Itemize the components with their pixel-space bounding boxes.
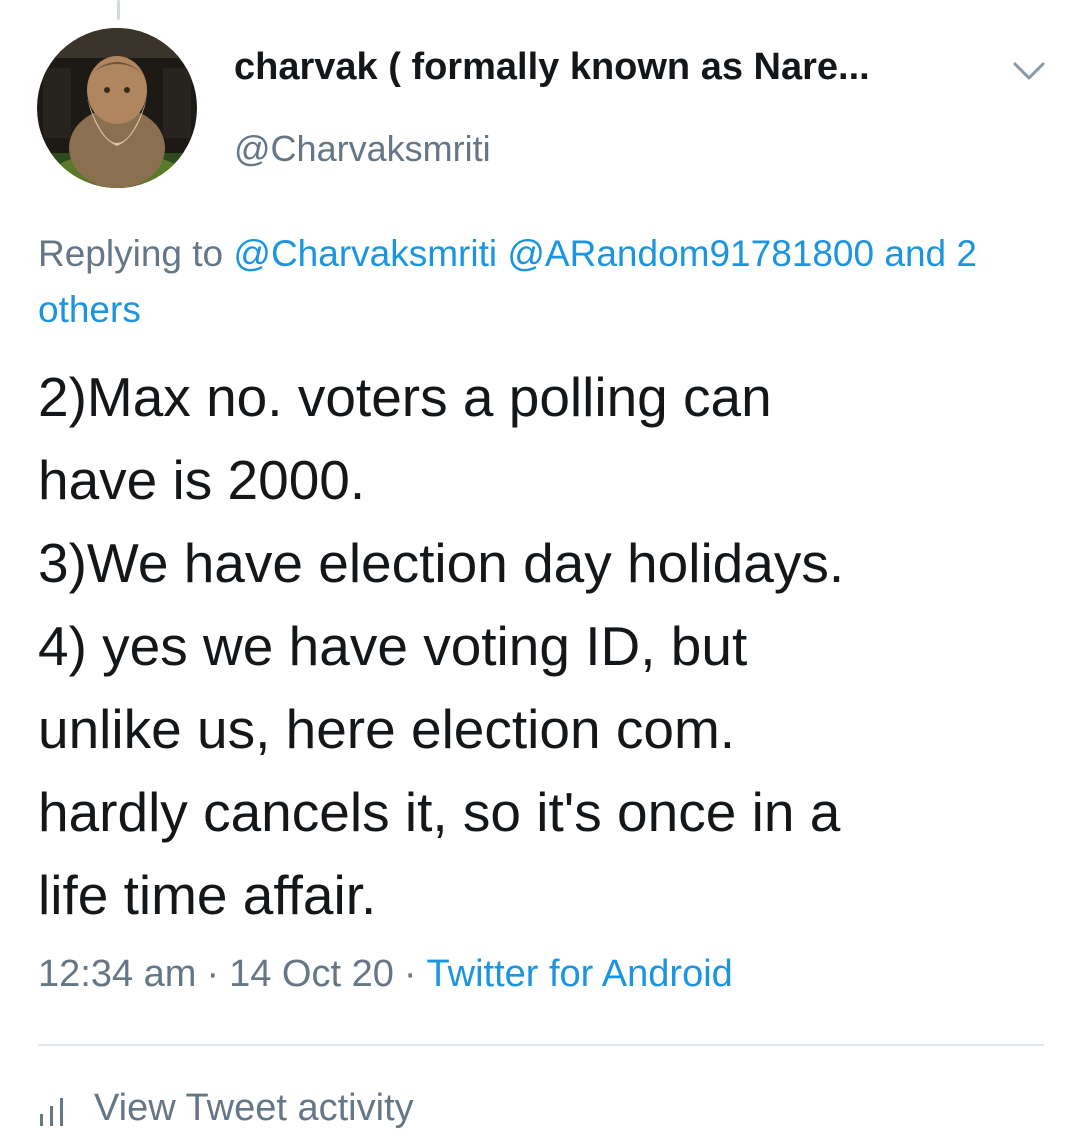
- view-tweet-activity-label: View Tweet activity: [94, 1087, 414, 1129]
- tweet-text: 2)Max no. voters a polling can have is 2…: [38, 356, 1048, 937]
- thread-connector-line: [117, 0, 120, 20]
- divider: [38, 1044, 1044, 1046]
- author-name[interactable]: charvak ( formally known as Nare...: [234, 46, 870, 89]
- author-handle[interactable]: @Charvaksmriti: [234, 128, 491, 170]
- tweet-text-line: life time affair.: [38, 864, 377, 926]
- mention-link[interactable]: @ARandom91781800: [507, 233, 874, 274]
- tweet-text-line: hardly cancels it, so it's once in a: [38, 781, 841, 843]
- tweet-meta: 12:34 am · 14 Oct 20 · Twitter for Android: [38, 953, 733, 996]
- meta-separator: ·: [206, 953, 220, 995]
- tweet-source-link[interactable]: Twitter for Android: [427, 953, 733, 995]
- avatar[interactable]: [37, 28, 197, 188]
- mention-link[interactable]: @Charvaksmriti: [233, 233, 497, 274]
- avatar-image: [37, 28, 197, 188]
- tweet-time[interactable]: 12:34 am: [38, 953, 196, 995]
- tweet-text-line: 3)We have election day holidays.: [38, 532, 845, 594]
- tweet-text-line: unlike us, here election com.: [38, 698, 736, 760]
- bar-chart-icon: [40, 1097, 63, 1126]
- replying-prefix: Replying to: [38, 233, 224, 274]
- meta-separator: ·: [403, 953, 417, 995]
- tweet-text-line: 2)Max no. voters a polling can: [38, 366, 772, 428]
- replying-to: Replying to @Charvaksmriti @ARandom91781…: [38, 226, 1048, 338]
- tweet-text-line: have is 2000.: [38, 449, 366, 511]
- tweet-text-line: 4) yes we have voting ID, but: [38, 615, 748, 677]
- chevron-down-icon[interactable]: [1010, 55, 1048, 85]
- view-tweet-activity-button[interactable]: View Tweet activity: [38, 1087, 414, 1130]
- tweet-date[interactable]: 14 Oct 20: [229, 953, 394, 995]
